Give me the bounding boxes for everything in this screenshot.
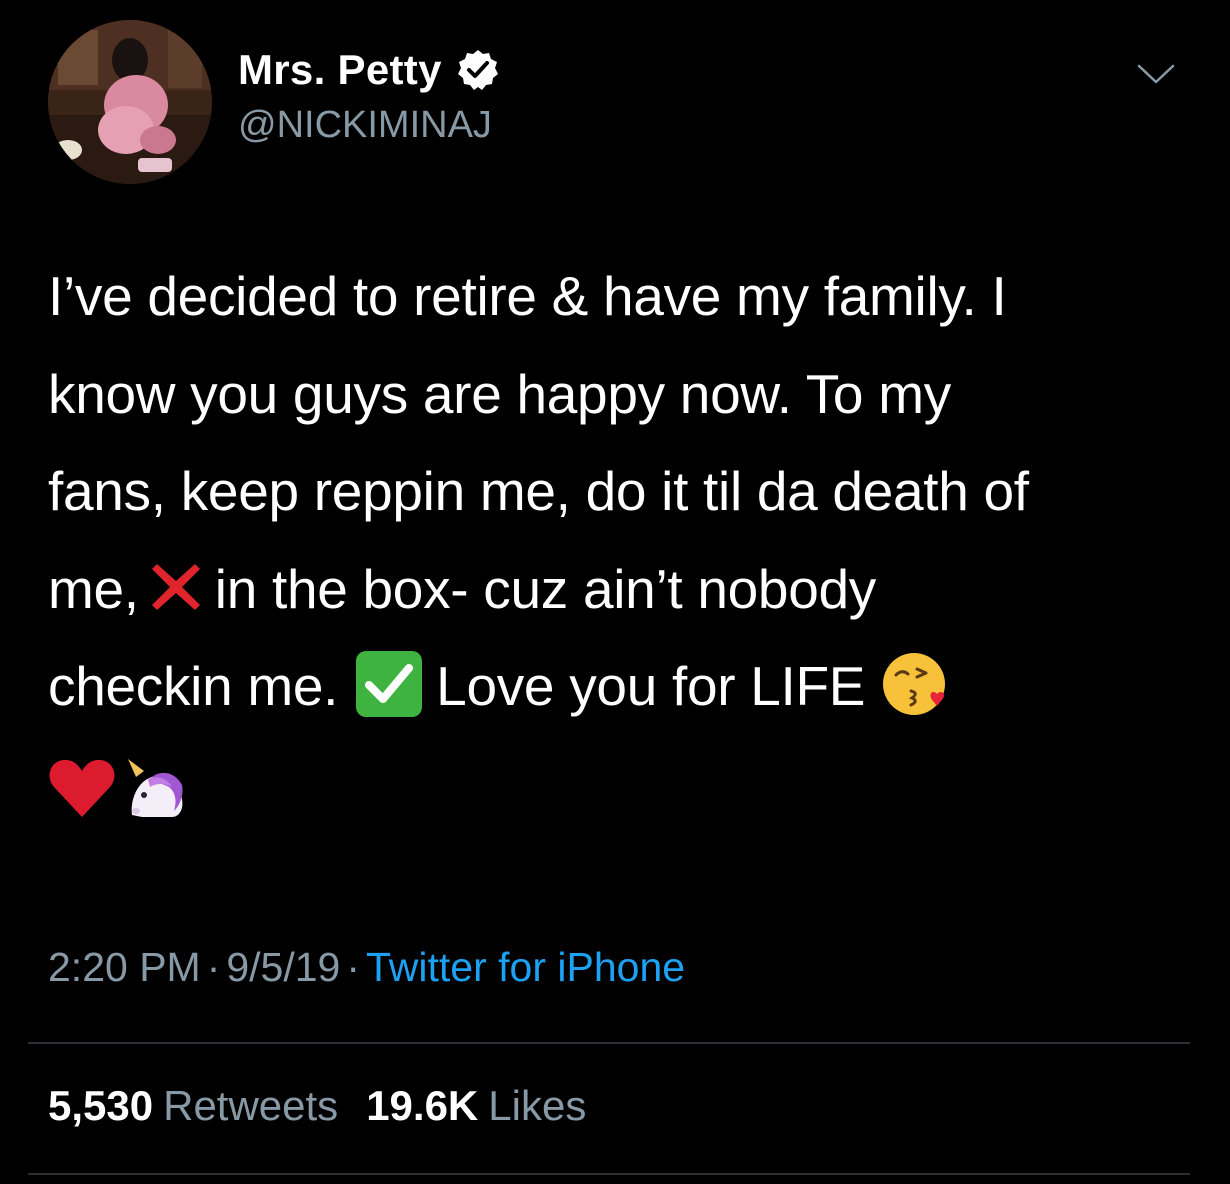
retweets-label: Retweets	[163, 1082, 339, 1129]
verified-badge-icon	[457, 50, 498, 90]
meta-separator: ·	[346, 944, 361, 990]
tweet-line: checkin me. Love you for LIFE	[48, 638, 1198, 736]
retweets-stat[interactable]: 5,530 Retweets	[48, 1082, 338, 1129]
divider	[28, 1042, 1190, 1044]
avatar-image	[48, 20, 212, 184]
tweet-line: fans, keep reppin me, do it til da death…	[48, 460, 1029, 522]
chevron-down-icon[interactable]	[1136, 60, 1176, 88]
meta-separator: ·	[206, 944, 221, 990]
avatar[interactable]	[48, 20, 212, 184]
display-name[interactable]: Mrs. Petty	[238, 46, 442, 94]
tweet-text: I’ve decided to retire & have my family.…	[48, 248, 1198, 833]
tweet-text-segment: checkin me.	[48, 655, 339, 717]
likes-label: Likes	[488, 1082, 587, 1129]
red-heart-emoji	[48, 757, 116, 819]
unicorn-emoji	[122, 755, 188, 821]
tweet-line	[48, 736, 1198, 834]
divider	[28, 1173, 1190, 1175]
likes-stat[interactable]: 19.6K Likes	[366, 1082, 586, 1129]
tweet-line: know you guys are happy now. To my	[48, 362, 951, 425]
tweet-stats: 5,530 Retweets 19.6K Likes	[48, 1082, 586, 1130]
likes-count: 19.6K	[366, 1082, 479, 1129]
retweets-count: 5,530	[48, 1082, 154, 1129]
tweet-time[interactable]: 2:20 PM	[48, 944, 201, 990]
tweet-line: I’ve decided to retire & have my family.…	[48, 265, 1007, 327]
kissing-face-emoji	[881, 649, 951, 719]
user-handle[interactable]: @NICKIMINAJ	[238, 104, 492, 147]
tweet-text-segment: me,	[48, 557, 139, 620]
user-name-row[interactable]: Mrs. Petty	[238, 42, 500, 98]
tweet-text-segment: in the box- cuz ain’t nobody	[214, 557, 877, 620]
tweet-line: me, in the box- cuz ain’t nobody	[48, 541, 1198, 639]
tweet-date[interactable]: 9/5/19	[226, 944, 340, 990]
cross-mark-emoji	[147, 558, 205, 616]
tweet-text-segment: Love you for LIFE	[436, 655, 866, 717]
check-mark-button-emoji	[354, 649, 424, 719]
tweet-source-link[interactable]: Twitter for iPhone	[366, 944, 685, 990]
tweet-meta: 2:20 PM · 9/5/19 · Twitter for iPhone	[48, 944, 685, 991]
